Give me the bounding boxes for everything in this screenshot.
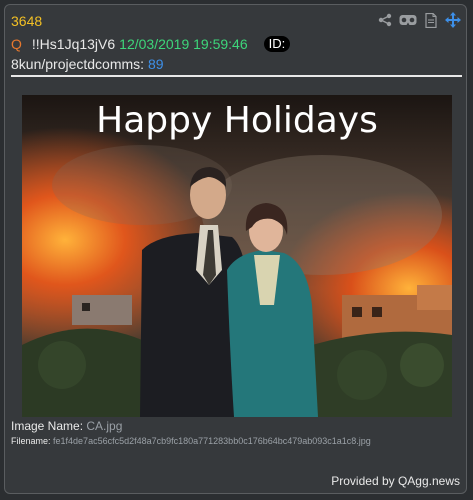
tripcode: !!Hs1Jq13jV6 (31, 36, 116, 52)
document-icon[interactable] (423, 12, 439, 28)
post-card: 3648 Q !!Hs1Jq13jV6 12/03/2019 19:59:46 … (4, 4, 467, 494)
divider (11, 75, 462, 77)
post-author-row: Q !!Hs1Jq13jV6 12/03/2019 19:59:46 ID: (11, 34, 291, 54)
filename-value: fe1f4de7ac56cfc5d2f48a7cb9fc180a771283bb… (53, 436, 371, 446)
post-timestamp: 12/03/2019 19:59:46 (119, 36, 248, 52)
holiday-photo (22, 95, 452, 417)
board-line: 8kun/projectdcomms: 89 (11, 55, 164, 73)
board-post-link[interactable]: 89 (148, 56, 164, 72)
image-name-label: Image Name: (11, 419, 84, 433)
share-icon[interactable] (377, 12, 393, 28)
filename-line: Filename: fe1f4de7ac56cfc5d2f48a7cb9fc18… (11, 434, 371, 448)
image-caption: Happy Holidays (96, 100, 378, 141)
author-prefix: Q (11, 36, 22, 52)
vr-headset-icon[interactable] (399, 12, 417, 28)
post-header-row: 3648 (11, 12, 461, 30)
board-name: 8kun/projectdcomms: (11, 56, 145, 72)
image-name-line: Image Name: CA.jpg (11, 418, 122, 434)
id-badge: ID: (263, 36, 291, 52)
post-number: 3648 (11, 13, 43, 29)
move-arrows-icon[interactable] (445, 12, 461, 28)
filename-label: Filename: (11, 436, 51, 446)
provided-by: Provided by QAgg.news (331, 474, 460, 488)
post-toolbar (377, 12, 461, 28)
image-name-value: CA.jpg (86, 419, 123, 433)
post-image[interactable]: Happy Holidays (22, 95, 452, 417)
